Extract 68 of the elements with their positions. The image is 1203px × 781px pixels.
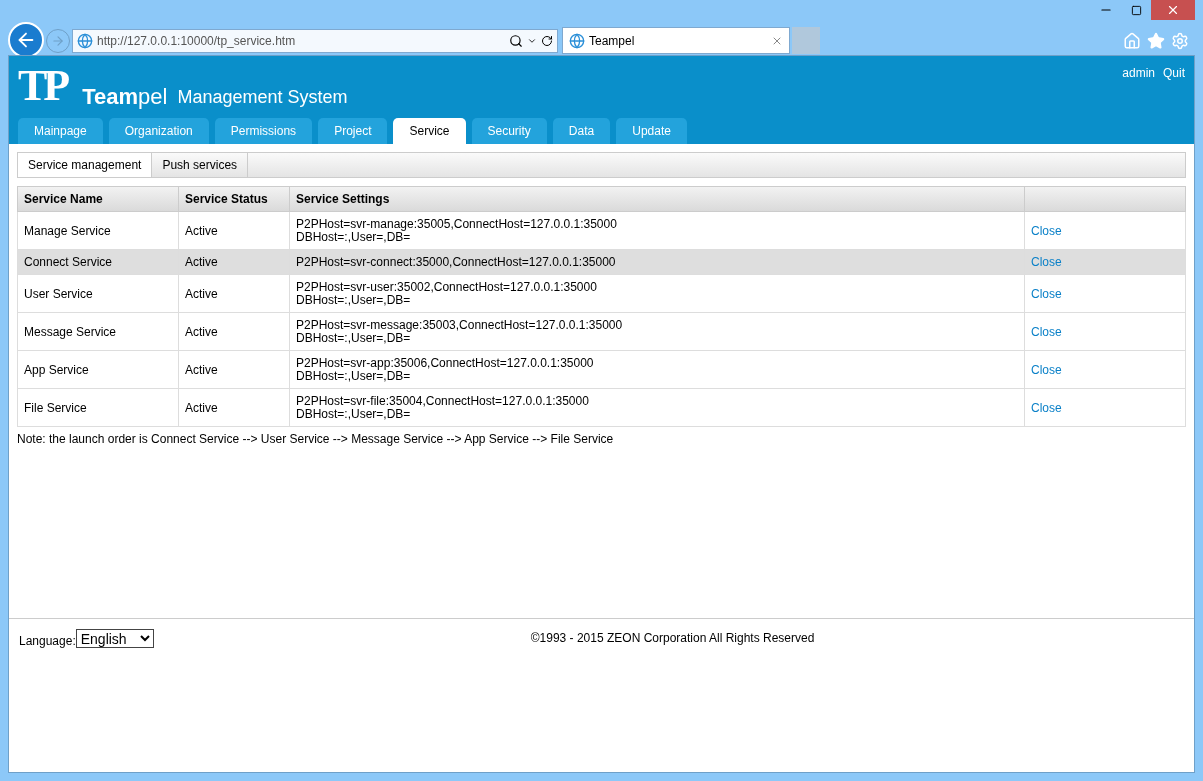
table-cell: P2PHost=svr-message:35003,ConnectHost=127.0.0.1:35000 DBHost=:,User=,DB=	[289, 312, 1025, 351]
new-tab-button[interactable]	[792, 27, 820, 54]
copyright-text: ©1993 - 2015 ZEON Corporation All Rights Reserved	[530, 630, 815, 647]
back-button[interactable]	[8, 21, 44, 58]
nav-tab[interactable]: Update	[616, 118, 687, 144]
home-icon[interactable]	[1123, 31, 1141, 50]
table-row[interactable]: User Service Active P2PHost=svr-user:35002,ConnectHost=127.0.0.1:35000 DBHost=:,User=,DB= Close	[17, 274, 1186, 313]
close-link[interactable]: Close	[1031, 400, 1062, 415]
browser-icon	[569, 32, 585, 49]
table-row[interactable]: Manage Service Active P2PHost=svr-manage:35005,ConnectHost=127.0.0.1:35000 DBHost=:,User=,DB= Close	[17, 211, 1186, 250]
table-cell: Connect Service	[17, 249, 179, 275]
sub-tab[interactable]: Push services	[152, 153, 249, 177]
table-cell: App Service	[17, 350, 179, 389]
url-text: http://127.0.0.1:10000/tp_service.htm	[97, 32, 297, 50]
language-label: Language:	[19, 633, 76, 650]
table-cell: Message Service	[17, 312, 179, 351]
table-cell: Active	[178, 249, 290, 275]
table-cell: Manage Service	[17, 211, 179, 250]
browser-tab[interactable]: Teampel	[562, 27, 790, 54]
nav-tab[interactable]: Mainpage	[18, 118, 103, 144]
browser-icon	[77, 32, 93, 49]
close-link[interactable]: Close	[1031, 324, 1062, 339]
refresh-icon	[541, 34, 553, 47]
column-header: Service Status	[178, 186, 290, 212]
table-cell: Active	[178, 312, 290, 351]
close-icon	[1166, 3, 1180, 17]
quit-link[interactable]: Quit	[1163, 64, 1185, 82]
table-cell: User Service	[17, 274, 179, 313]
nav-tab[interactable]: Security	[471, 118, 547, 144]
table-cell: P2PHost=svr-user:35002,ConnectHost=127.0.0.1:35000 DBHost=:,User=,DB=	[289, 274, 1025, 313]
app-subtitle: Management System	[177, 86, 348, 109]
close-link[interactable]: Close	[1031, 286, 1062, 301]
launch-order-note: Note: the launch order is Connect Service --> User Service --> Message Service --> App Service --> File Service	[17, 431, 615, 448]
sub-tab[interactable]: Service management	[18, 153, 153, 177]
table-cell: Active	[178, 211, 290, 250]
nav-tab[interactable]: Data	[552, 118, 611, 144]
close-link[interactable]: Close	[1031, 362, 1062, 377]
search-icon	[509, 33, 523, 48]
nav-tab[interactable]: Permissions	[214, 118, 313, 144]
table-row[interactable]: Connect Service Active P2PHost=svr-connect:35000,ConnectHost=127.0.0.1:35000 Close	[17, 249, 1186, 275]
settings-icon[interactable]	[1171, 31, 1189, 50]
user-link[interactable]: admin	[1122, 64, 1155, 82]
table-cell: P2PHost=svr-file:35004,ConnectHost=127.0.0.1:35000 DBHost=:,User=,DB=	[289, 388, 1025, 427]
table-cell: Active	[178, 274, 290, 313]
forward-arrow-icon	[51, 33, 65, 48]
table-cell: Active	[178, 388, 290, 427]
table-cell: P2PHost=svr-manage:35005,ConnectHost=127.0.0.1:35000 DBHost=:,User=,DB=	[289, 211, 1025, 250]
table-row[interactable]: File Service Active P2PHost=svr-file:35004,ConnectHost=127.0.0.1:35000 DBHost=:,User=,DB= Close	[17, 388, 1186, 427]
nav-tab[interactable]: Project	[318, 118, 388, 144]
tab-title: Teampel	[589, 32, 636, 50]
table-row[interactable]: App Service Active P2PHost=svr-app:35006,ConnectHost=127.0.0.1:35000 DBHost=:,User=,DB= Close	[17, 350, 1186, 389]
favorites-star-icon[interactable]	[1147, 31, 1165, 50]
address-bar[interactable]: http://127.0.0.1:10000/tp_service.htm	[72, 28, 558, 53]
table-row[interactable]: Message Service Active P2PHost=svr-message:35003,ConnectHost=127.0.0.1:35000 DBHost=:,User=,DB= Close	[17, 312, 1186, 351]
language-select[interactable]: English	[75, 629, 154, 648]
close-link[interactable]: Close	[1031, 255, 1062, 269]
logo: TP	[18, 66, 67, 106]
table-cell: File Service	[17, 388, 179, 427]
table-cell: Active	[178, 350, 290, 389]
table-cell: P2PHost=svr-app:35006,ConnectHost=127.0.0.1:35000 DBHost=:,User=,DB=	[289, 350, 1025, 389]
column-header: Service Settings	[289, 186, 1025, 212]
brand-name: Teampel	[82, 83, 168, 111]
table-cell: P2PHost=svr-connect:35000,ConnectHost=127.0.0.1:35000	[289, 249, 1025, 275]
close-link[interactable]: Close	[1031, 223, 1062, 238]
maximize-icon	[1130, 4, 1142, 16]
column-header: Service Name	[17, 186, 179, 212]
nav-tab[interactable]: Organization	[108, 118, 209, 144]
nav-tab[interactable]: Service	[393, 118, 466, 144]
